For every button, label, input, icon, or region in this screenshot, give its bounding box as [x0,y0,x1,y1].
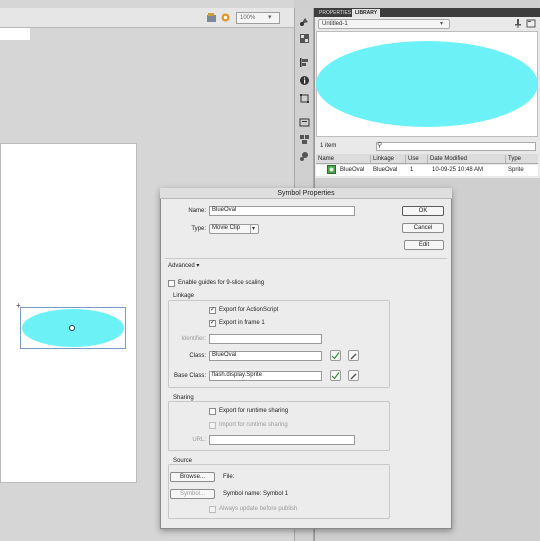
column-use[interactable]: Use [405,155,427,163]
symbol-button: Symbol... [170,489,215,499]
edit-symbol-icon[interactable] [220,12,231,23]
code-snippets-icon[interactable] [299,117,310,128]
pencil-icon [350,373,357,380]
edit-base-class-button[interactable] [348,370,359,381]
column-name[interactable]: Name [316,155,369,163]
row-type: Sprite [508,167,524,173]
components-icon[interactable] [299,134,310,145]
transform-point[interactable] [69,325,75,331]
always-update-checkbox [209,506,216,513]
chevron-down-icon: ▾ [196,263,200,269]
checkmark-icon [331,372,340,380]
chevron-down-icon[interactable]: ▾ [268,13,278,23]
pin-icon[interactable] [514,19,522,28]
movie-clip-icon [327,165,336,174]
export-runtime-checkbox[interactable] [209,408,216,415]
validate-class-button[interactable] [330,350,341,361]
chevron-down-icon[interactable]: ▾ [440,20,448,28]
type-label: Type: [191,226,206,232]
dialog-title: Symbol Properties [277,190,335,197]
new-library-panel-icon[interactable] [526,19,536,28]
cancel-button[interactable]: Cancel [402,223,444,233]
row-date: 10-09-25 10:48 AM [432,167,484,173]
identifier-label: Identifier: [181,336,206,342]
align-icon[interactable] [299,57,310,68]
export-frame1-label: Export in frame 1 [219,320,265,326]
browse-button[interactable]: Browse... [170,472,215,482]
identifier-input[interactable] [209,334,322,344]
edit-class-button[interactable] [348,350,359,361]
url-input[interactable] [209,435,355,445]
color-icon[interactable] [299,16,310,27]
name-input[interactable]: BlueOval [209,206,355,216]
ok-button[interactable]: OK [402,206,444,216]
document-select[interactable]: Untitled-1 [318,19,450,29]
validate-base-class-button[interactable] [330,370,341,381]
type-value: Movie Clip [212,225,241,231]
url-label: URL: [192,437,206,443]
library-search-input[interactable] [376,142,536,151]
divider [165,258,447,259]
edit-scene-icon[interactable] [206,12,217,23]
edit-button[interactable]: Edit [404,240,444,250]
export-actionscript-label: Export for ActionScript [219,307,279,313]
file-label: File: [223,474,235,480]
column-linkage[interactable]: Linkage [370,155,405,163]
nine-slice-label: Enable guides for 9-slice scaling [178,280,265,286]
export-runtime-label: Export for runtime sharing [219,408,289,414]
import-runtime-checkbox [209,422,216,429]
export-actionscript-checkbox[interactable]: ✓ [209,307,216,314]
chevron-down-icon[interactable]: ▾ [250,225,258,233]
swatches-icon[interactable] [299,33,310,44]
base-class-input[interactable]: flash.display.Sprite [209,371,322,381]
class-label: Class: [189,353,206,359]
export-frame1-checkbox[interactable]: ✓ [209,320,216,327]
stage-pasteboard [0,28,30,40]
motion-presets-icon[interactable] [299,151,310,162]
symbol-name-label: Symbol name: Symbol 1 [223,491,289,497]
class-input[interactable]: BlueOval [209,351,322,361]
advanced-label: Advanced [168,263,195,269]
column-date-modified[interactable]: Date Modified [427,155,505,163]
pencil-icon [350,353,357,360]
always-update-label: Always update before publish [219,506,298,512]
search-icon: ⚲ [377,142,383,149]
tab-library[interactable]: LIBRARY [352,9,381,17]
advanced-toggle[interactable]: Advanced ▾ [168,262,208,270]
row-name: BlueOval [340,167,365,173]
base-class-label: Base Class: [173,373,206,379]
column-type[interactable]: Type [505,155,538,163]
checkmark-icon [331,352,340,360]
item-count: 1 item [320,143,337,149]
tab-properties[interactable]: PROPERTIES [316,9,354,17]
row-linkage: BlueOval [373,167,398,173]
import-runtime-label: Import for runtime sharing [219,422,288,428]
row-use: 1 [410,167,414,173]
name-label: Name: [188,208,206,214]
nine-slice-checkbox[interactable] [168,280,175,287]
transform-icon[interactable] [299,93,310,104]
preview-oval-shape [316,41,538,127]
info-icon[interactable] [299,75,310,86]
linkage-title: Linkage [173,293,195,299]
